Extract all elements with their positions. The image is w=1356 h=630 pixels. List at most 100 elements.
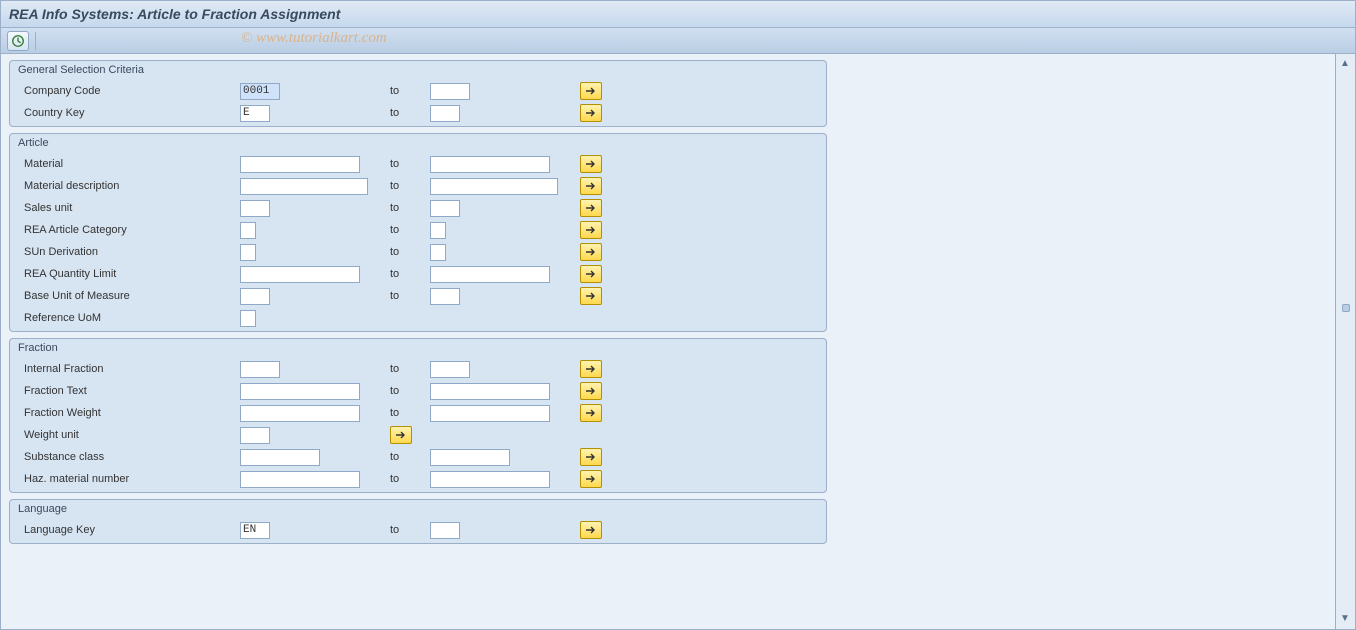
multi-select-button[interactable]	[580, 470, 602, 488]
input-sun-deriv-to[interactable]	[430, 244, 446, 261]
to-label: to	[390, 407, 430, 419]
input-subst-class-from[interactable]	[240, 449, 320, 466]
row-fraction-weight: Fraction Weight to	[10, 402, 826, 424]
input-country-key-from[interactable]	[240, 105, 270, 122]
multi-select-button[interactable]	[580, 265, 602, 283]
row-rea-article-category: REA Article Category to	[10, 219, 826, 241]
label-weight-unit: Weight unit	[10, 429, 240, 441]
row-sun-derivation: SUn Derivation to	[10, 241, 826, 263]
group-language: Language Language Key to	[9, 499, 827, 544]
input-sales-unit-from[interactable]	[240, 200, 270, 217]
group-fraction: Fraction Internal Fraction to Fraction T…	[9, 338, 827, 493]
row-company-code: Company Code to	[10, 80, 826, 102]
to-label: to	[390, 268, 430, 280]
multi-select-button[interactable]	[580, 448, 602, 466]
multi-select-button[interactable]	[580, 104, 602, 122]
label-rea-qty: REA Quantity Limit	[10, 268, 240, 280]
input-internal-frac-to[interactable]	[430, 361, 470, 378]
input-weight-unit[interactable]	[240, 427, 270, 444]
label-material-desc: Material description	[10, 180, 240, 192]
to-label: to	[390, 202, 430, 214]
input-frac-text-to[interactable]	[430, 383, 550, 400]
row-material: Material to	[10, 153, 826, 175]
input-lang-key-to[interactable]	[430, 522, 460, 539]
input-material-from[interactable]	[240, 156, 360, 173]
input-country-key-to[interactable]	[430, 105, 460, 122]
label-company-code: Company Code	[10, 85, 240, 97]
input-haz-mat-from[interactable]	[240, 471, 360, 488]
input-frac-text-from[interactable]	[240, 383, 360, 400]
group-title: General Selection Criteria	[10, 61, 826, 78]
input-material-desc-to[interactable]	[430, 178, 558, 195]
scroll-down-icon[interactable]: ▼	[1339, 613, 1351, 625]
execute-button[interactable]	[7, 31, 29, 51]
multi-select-button[interactable]	[580, 199, 602, 217]
input-company-code-to[interactable]	[430, 83, 470, 100]
row-material-desc: Material description to	[10, 175, 826, 197]
input-base-uom-from[interactable]	[240, 288, 270, 305]
input-haz-mat-to[interactable]	[430, 471, 550, 488]
row-base-uom: Base Unit of Measure to	[10, 285, 826, 307]
group-title: Language	[10, 500, 826, 517]
multi-select-button[interactable]	[580, 155, 602, 173]
multi-select-button[interactable]	[580, 82, 602, 100]
to-label: to	[390, 158, 430, 170]
input-material-to[interactable]	[430, 156, 550, 173]
group-title: Fraction	[10, 339, 826, 356]
scroll-up-icon[interactable]: ▲	[1339, 58, 1351, 70]
row-country-key: Country Key to	[10, 102, 826, 124]
page-title: REA Info Systems: Article to Fraction As…	[9, 6, 340, 22]
input-rea-qty-from[interactable]	[240, 266, 360, 283]
to-label: to	[390, 524, 430, 536]
multi-select-button[interactable]	[580, 404, 602, 422]
to-label: to	[390, 363, 430, 375]
multi-select-button[interactable]	[580, 177, 602, 195]
input-rea-cat-from[interactable]	[240, 222, 256, 239]
group-article: Article Material to Material description…	[9, 133, 827, 332]
input-ref-uom[interactable]	[240, 310, 256, 327]
multi-select-button[interactable]	[580, 360, 602, 378]
label-subst-class: Substance class	[10, 451, 240, 463]
watermark-text: © www.tutorialkart.com	[241, 30, 387, 47]
label-sales-unit: Sales unit	[10, 202, 240, 214]
row-rea-qty-limit: REA Quantity Limit to	[10, 263, 826, 285]
multi-select-button[interactable]	[580, 287, 602, 305]
label-frac-weight: Fraction Weight	[10, 407, 240, 419]
multi-select-button[interactable]	[390, 426, 412, 444]
row-sales-unit: Sales unit to	[10, 197, 826, 219]
input-internal-frac-from[interactable]	[240, 361, 280, 378]
label-ref-uom: Reference UoM	[10, 312, 240, 324]
row-internal-fraction: Internal Fraction to	[10, 358, 826, 380]
multi-select-button[interactable]	[580, 521, 602, 539]
input-material-desc-from[interactable]	[240, 178, 368, 195]
label-haz-mat: Haz. material number	[10, 473, 240, 485]
to-label: to	[390, 385, 430, 397]
input-rea-cat-to[interactable]	[430, 222, 446, 239]
row-language-key: Language Key to	[10, 519, 826, 541]
multi-select-button[interactable]	[580, 243, 602, 261]
scroll-nub-icon[interactable]	[1342, 304, 1350, 312]
to-label: to	[390, 180, 430, 192]
input-frac-weight-to[interactable]	[430, 405, 550, 422]
toolbar-separator	[35, 32, 36, 50]
label-country-key: Country Key	[10, 107, 240, 119]
input-sun-deriv-from[interactable]	[240, 244, 256, 261]
input-base-uom-to[interactable]	[430, 288, 460, 305]
group-general-selection: General Selection Criteria Company Code …	[9, 60, 827, 127]
multi-select-button[interactable]	[580, 221, 602, 239]
label-base-uom: Base Unit of Measure	[10, 290, 240, 302]
input-frac-weight-from[interactable]	[240, 405, 360, 422]
vertical-scrollbar[interactable]: ▲ ▼	[1336, 54, 1356, 630]
input-subst-class-to[interactable]	[430, 449, 510, 466]
input-rea-qty-to[interactable]	[430, 266, 550, 283]
input-sales-unit-to[interactable]	[430, 200, 460, 217]
label-lang-key: Language Key	[10, 524, 240, 536]
title-bar: REA Info Systems: Article to Fraction As…	[0, 0, 1356, 28]
row-weight-unit: Weight unit	[10, 424, 826, 446]
input-company-code-from[interactable]	[240, 83, 280, 100]
label-internal-frac: Internal Fraction	[10, 363, 240, 375]
to-label: to	[390, 290, 430, 302]
multi-select-button[interactable]	[580, 382, 602, 400]
group-title: Article	[10, 134, 826, 151]
input-lang-key-from[interactable]	[240, 522, 270, 539]
